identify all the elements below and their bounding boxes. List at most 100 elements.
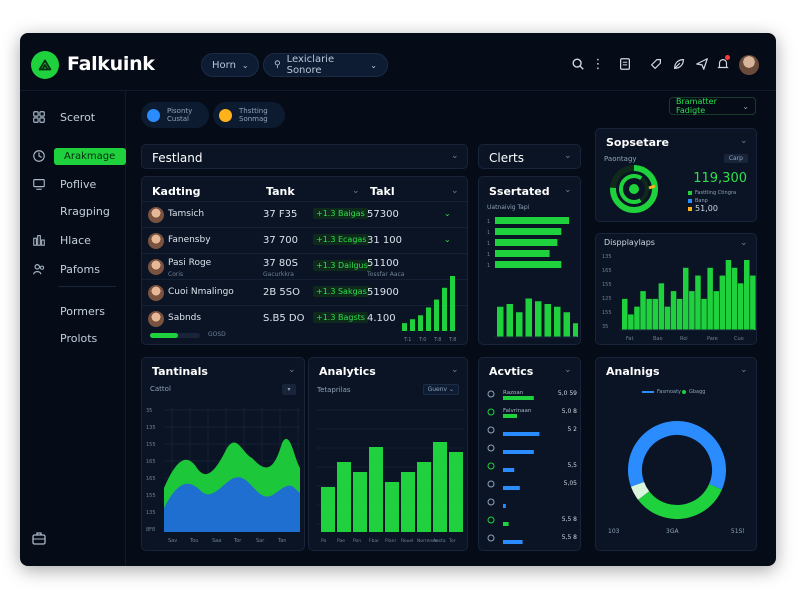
legend-swatch bbox=[682, 390, 686, 394]
displays-bar bbox=[640, 291, 646, 330]
activity-label: Falvrinaan bbox=[503, 408, 532, 414]
sidebar-divider bbox=[58, 286, 116, 287]
panel-title: Acvtics bbox=[489, 365, 534, 378]
sidebar-item-arakmage[interactable]: Arakmage bbox=[20, 145, 126, 167]
chevron-down-icon[interactable]: ⌄ bbox=[740, 137, 748, 146]
sidebar-item-prolots[interactable]: Prolots bbox=[20, 327, 126, 349]
table-row[interactable]: Tamsich 37 F35 +1.3 Baigas 57300 ⌄ bbox=[142, 201, 467, 227]
row-name: Sabnds bbox=[168, 313, 202, 323]
chevron-down-icon: ⌄ bbox=[444, 209, 451, 218]
chevron-down-icon[interactable]: ⌄ bbox=[451, 152, 459, 161]
chevron-down-icon[interactable]: ⌄ bbox=[564, 152, 572, 161]
tag-icon[interactable] bbox=[647, 55, 665, 73]
table-panel: Kadting Tank ⌄ Takl ⌄ Tamsich 37 F35 +1.… bbox=[141, 176, 468, 345]
spectated-tick: 1 bbox=[487, 219, 490, 225]
legend-label: 51,00 bbox=[695, 204, 718, 213]
chip-line-2: Custal bbox=[167, 115, 189, 123]
logo[interactable] bbox=[31, 51, 59, 79]
table-row[interactable]: Fanensby 37 700 +1.3 Ecagas 31 100 ⌄ bbox=[142, 227, 467, 253]
chevron-down-icon[interactable]: ⌄ bbox=[352, 186, 360, 196]
sidebar-item-hlace[interactable]: Hlace bbox=[20, 229, 126, 251]
mini-bar bbox=[426, 307, 431, 331]
x-tick-label: Aosta bbox=[433, 538, 446, 544]
analytics-bar bbox=[449, 452, 463, 532]
sidebar-item-scerot[interactable]: Scerot bbox=[20, 106, 126, 128]
row-total: 51900 bbox=[367, 287, 399, 298]
chevron-down-icon[interactable]: ⌄ bbox=[740, 366, 748, 375]
mini-bar bbox=[450, 276, 455, 331]
chevron-down-icon[interactable]: ⌄ bbox=[564, 186, 572, 195]
activity-value: 5,05 bbox=[564, 480, 578, 487]
y-tick-label: 135 bbox=[146, 425, 156, 431]
legend-swatch bbox=[688, 206, 692, 211]
document-icon[interactable] bbox=[616, 55, 634, 73]
sidebar-item-poflive[interactable]: Poflive bbox=[20, 173, 126, 195]
spectated-tick: 1 bbox=[487, 241, 490, 247]
nav-dropdown[interactable]: Horn ⌄ bbox=[201, 53, 259, 77]
panel-subtitle: Uatnaivig Tapi bbox=[487, 204, 530, 211]
avatar bbox=[148, 285, 164, 301]
chevron-down-icon[interactable]: ⌄ bbox=[451, 186, 459, 196]
activity-bar bbox=[503, 522, 509, 526]
chevron-down-icon[interactable]: ⌄ bbox=[288, 366, 296, 375]
analytics-panel: Analytics ⌄ Tetaprilas Guenv ⌄ Pa Pae Pon F… bbox=[308, 357, 468, 551]
x-tick-label: Pianr bbox=[385, 538, 396, 544]
mic-icon bbox=[487, 426, 495, 434]
displays-bar bbox=[695, 275, 701, 330]
search-input[interactable]: Lexiclarie Sonore bbox=[287, 54, 365, 76]
top-bar: Falkuink Horn ⌄ ⚲ Lexiclarie Sonore ⌄ ⋮ bbox=[20, 33, 776, 91]
sidebar-item-rragping[interactable]: Rragping bbox=[20, 200, 126, 222]
search-box[interactable]: ⚲ Lexiclarie Sonore ⌄ bbox=[263, 53, 388, 77]
chevron-down-icon[interactable]: ⌄ bbox=[564, 366, 572, 375]
row-value: S.B5 DO bbox=[263, 313, 305, 324]
select-button[interactable]: ▾ bbox=[282, 384, 296, 395]
progress-label: GOSD bbox=[208, 331, 226, 338]
filter-button[interactable]: Bramatter Fadigte ⌄ bbox=[669, 97, 756, 115]
displays-bar bbox=[646, 298, 652, 330]
select-dropdown[interactable]: Guenv ⌄ bbox=[422, 384, 459, 395]
briefcase-icon[interactable] bbox=[31, 530, 47, 546]
avatar[interactable] bbox=[739, 55, 759, 75]
analytics-bar bbox=[417, 462, 431, 532]
chevron-down-icon[interactable]: ⌄ bbox=[740, 239, 748, 248]
pin-icon bbox=[487, 462, 495, 470]
chip-pisonty[interactable]: Pisonty Custal bbox=[141, 102, 209, 128]
more-vertical-icon[interactable]: ⋮ bbox=[589, 55, 607, 73]
analytics-bar bbox=[369, 447, 383, 532]
search-icon[interactable] bbox=[569, 55, 587, 73]
displays-bar bbox=[652, 298, 658, 330]
activity-value: 5,5 bbox=[567, 462, 577, 469]
cart-icon bbox=[487, 480, 495, 488]
chip-line-1: Thstting bbox=[239, 107, 268, 115]
chevron-down-icon[interactable]: ⌄ bbox=[451, 366, 459, 375]
row-badge: +1.3 Baigas bbox=[313, 208, 368, 219]
legend-swatch bbox=[688, 199, 692, 203]
clients-panel: Clerts ⌄ bbox=[478, 144, 581, 169]
y-tick-label: 135 bbox=[146, 510, 156, 516]
table-header-takl: Takl bbox=[370, 185, 395, 198]
activity-chart: Razoan 5,0 59 Falvrinaan 5,0 8 5 2 5,5 5,05 5,5… bbox=[487, 390, 578, 544]
x-tick-label: Saa bbox=[212, 538, 221, 544]
bars-icon bbox=[31, 232, 47, 248]
spectated-column bbox=[573, 323, 578, 337]
send-icon[interactable] bbox=[693, 55, 711, 73]
mini-bar-label: T:0 bbox=[418, 337, 426, 343]
chip-thstting[interactable]: Thstting Sonmag bbox=[213, 102, 285, 128]
table-header-tank: Tank bbox=[266, 185, 295, 198]
activity-panel: Acvtics ⌄ Razoan 5,0 59 Falvrinaan 5,0 8 5 2… bbox=[478, 357, 581, 551]
sidebar-item-pormers[interactable]: Pormers bbox=[20, 300, 126, 322]
displays-bar bbox=[707, 267, 713, 330]
x-tick-label: Cuo bbox=[734, 336, 744, 342]
leaf-icon[interactable] bbox=[670, 55, 688, 73]
panel-subtitle: Tetaprilas bbox=[317, 386, 351, 394]
sidebar-item-pafoms[interactable]: Pafoms bbox=[20, 258, 126, 280]
tag-badge[interactable]: Carp bbox=[723, 154, 748, 163]
spectated-column bbox=[525, 298, 532, 337]
y-tick-label: 8F8 bbox=[146, 527, 155, 533]
spectated-tick: 1 bbox=[487, 230, 490, 236]
leaf-icon bbox=[487, 408, 495, 416]
analytics-bar bbox=[385, 482, 399, 532]
row-badge: +1.3 Ecagas bbox=[313, 234, 370, 245]
spectated-tick: 1 bbox=[487, 252, 490, 258]
row-badge: +1.3 Dailgus bbox=[313, 260, 371, 271]
